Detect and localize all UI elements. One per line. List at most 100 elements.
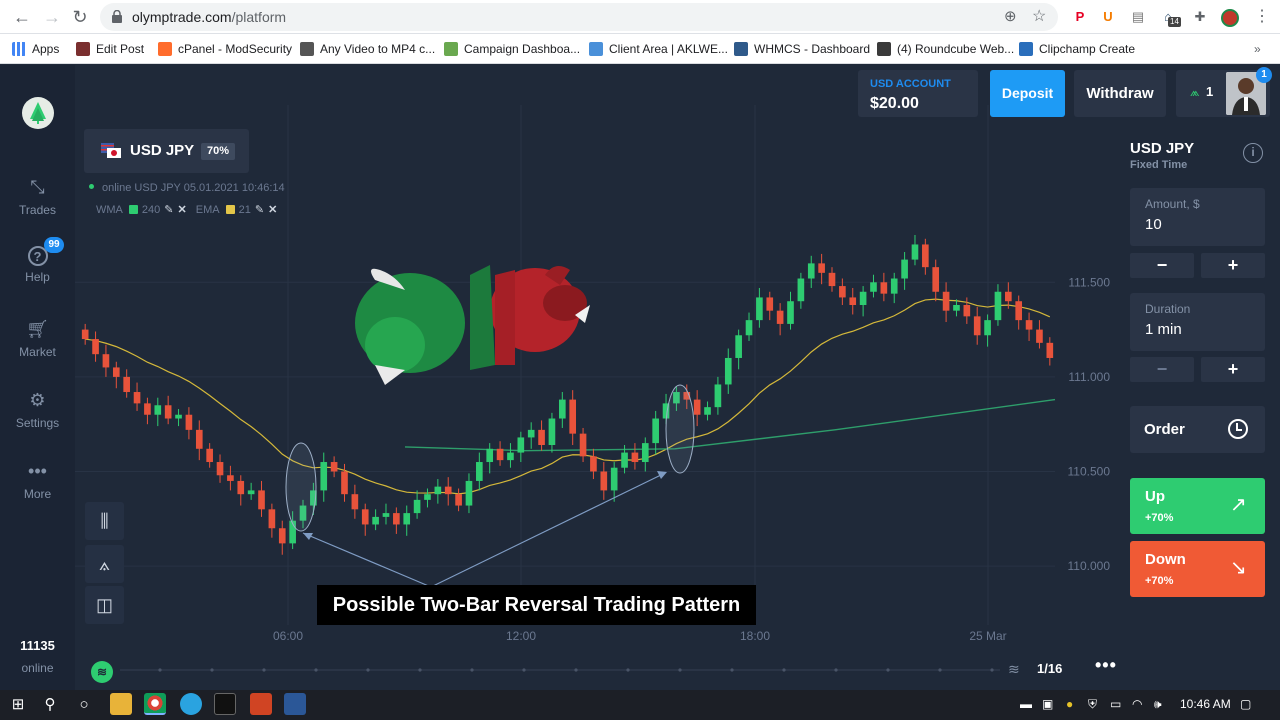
volume-icon[interactable]: 🕪︎: [1154, 697, 1162, 712]
more-dots-icon[interactable]: •••: [1095, 655, 1117, 676]
deposit-button[interactable]: Deposit: [990, 70, 1065, 117]
asset-name: USD JPY: [130, 142, 195, 159]
bookmarks-overflow-icon[interactable]: »: [1254, 40, 1261, 58]
app-icon[interactable]: [214, 693, 236, 715]
compass-icon: ⟑: [99, 554, 110, 574]
network-icon[interactable]: ▭: [1110, 697, 1121, 711]
bookmark-item[interactable]: Any Video to MP4 c...: [300, 40, 435, 58]
pinterest-icon[interactable]: P: [1070, 7, 1090, 27]
powerpoint-icon[interactable]: [250, 693, 272, 715]
tray-icon[interactable]: ▬: [1020, 697, 1032, 711]
back-arrow-icon[interactable]: ←: [10, 5, 34, 29]
bookmark-item[interactable]: Clipchamp Create: [1019, 40, 1135, 58]
logo[interactable]: [22, 97, 54, 129]
candle: [175, 414, 182, 419]
zoom-icon[interactable]: ⊕: [1004, 7, 1017, 25]
timeline-start-icon[interactable]: ≋: [91, 661, 113, 683]
bookmarks-bar: Apps Edit Post cPanel - ModSecurity Any …: [0, 34, 1280, 64]
down-button[interactable]: Down +70% ↘: [1130, 541, 1265, 597]
remove-x-icon[interactable]: ✕: [177, 204, 186, 216]
bookmark-favicon: [877, 42, 891, 56]
notifications-icon[interactable]: ▢: [1240, 697, 1251, 711]
sidebar-item-more[interactable]: ••• More: [0, 459, 75, 501]
duration-value[interactable]: 1 min: [1145, 321, 1182, 338]
puzzle-icon[interactable]: ✚: [1190, 7, 1210, 27]
candle: [621, 452, 628, 468]
candle: [444, 486, 452, 495]
candle: [465, 480, 473, 506]
candle: [1036, 329, 1043, 343]
word-icon[interactable]: [284, 693, 306, 715]
duration-decrease-button[interactable]: −: [1130, 357, 1194, 382]
sidebar-item-trades[interactable]: ⤡ Trades: [0, 175, 75, 217]
task-view-icon[interactable]: ○: [72, 693, 96, 717]
extension-icon[interactable]: ▤: [1128, 7, 1148, 27]
file-explorer-icon[interactable]: [110, 693, 132, 715]
profile-button[interactable]: ⩕ 1 1: [1176, 67, 1272, 117]
bookmark-item[interactable]: WHMCS - Dashboard: [734, 40, 870, 58]
stack-icon[interactable]: ≋: [1008, 661, 1020, 678]
timeline-scrubber[interactable]: [120, 668, 1000, 672]
windows-start-icon[interactable]: ⊞: [6, 693, 30, 717]
ubersuggest-icon[interactable]: U: [1098, 7, 1118, 27]
clock-text[interactable]: 10:46 AM: [1180, 697, 1231, 711]
x-tick-label: 25 Mar: [969, 629, 1006, 643]
candle: [652, 418, 659, 444]
bookmark-item[interactable]: (4) Roundcube Web...: [877, 40, 1014, 58]
edit-pencil-icon[interactable]: ✎: [255, 204, 264, 216]
layout-button[interactable]: ◫: [85, 586, 124, 624]
remove-x-icon[interactable]: ✕: [268, 204, 277, 216]
candle: [610, 467, 618, 491]
amount-value[interactable]: 10: [1145, 216, 1162, 233]
bookmark-item[interactable]: Campaign Dashboa...: [444, 40, 580, 58]
sidebar-item-market[interactable]: 🛒︎ Market: [0, 317, 75, 359]
address-bar[interactable]: olymptrade.com/platform ⊕ ☆: [100, 3, 1058, 31]
bookmark-star-icon[interactable]: ☆: [1032, 6, 1046, 26]
telegram-icon[interactable]: [180, 693, 202, 715]
profile-avatar[interactable]: [1218, 7, 1242, 27]
order-button[interactable]: Order: [1130, 406, 1265, 453]
candle: [735, 335, 742, 358]
chrome-icon[interactable]: [144, 693, 166, 715]
bookmark-item[interactable]: Edit Post: [76, 40, 144, 58]
timeline-dot: [782, 668, 786, 672]
candle: [890, 278, 898, 294]
candle: [994, 291, 1002, 321]
menu-dots-icon[interactable]: ⋮: [1252, 7, 1272, 27]
candlestick-type-button[interactable]: ⫼: [85, 502, 124, 540]
sidebar-item-settings[interactable]: ⚙ Settings: [0, 388, 75, 430]
bookmark-apps[interactable]: Apps: [12, 40, 59, 58]
ema-swatch: [225, 205, 235, 214]
account-selector[interactable]: USD ACCOUNT $20.00: [858, 70, 978, 117]
browser-toolbar: ← → ↻ olymptrade.com/platform ⊕ ☆ P U ▤ …: [0, 0, 1280, 34]
amount-decrease-button[interactable]: −: [1130, 253, 1194, 278]
arrow-up-right-icon: ↗: [1230, 494, 1247, 516]
reload-icon[interactable]: ↻: [68, 5, 92, 29]
candle: [953, 305, 960, 311]
x-tick-label: 12:00: [506, 629, 536, 643]
duration-increase-button[interactable]: +: [1201, 357, 1265, 382]
amount-increase-button[interactable]: +: [1201, 253, 1265, 278]
info-icon[interactable]: i: [1243, 143, 1263, 163]
drawing-tool-button[interactable]: ⟑: [85, 545, 124, 583]
chart-area[interactable]: 111.500 111.000 110.500 110.000 06:00 12:00 18…: [75, 65, 1120, 690]
sidebar-item-help[interactable]: ? Help: [0, 246, 75, 284]
withdraw-button[interactable]: Withdraw: [1074, 70, 1166, 117]
asset-selector[interactable]: USD JPY 70%: [84, 129, 249, 173]
amount-stepper: − +: [1130, 253, 1265, 278]
tray-icon[interactable]: ▣: [1042, 697, 1053, 711]
shield-icon[interactable]: ⛨: [1088, 697, 1097, 712]
wifi-icon[interactable]: ◠: [1132, 697, 1142, 711]
amount-field[interactable]: Amount, $ 10: [1130, 188, 1265, 246]
tray-icon[interactable]: ●: [1066, 697, 1073, 711]
up-button[interactable]: Up +70% ↗: [1130, 478, 1265, 534]
duration-field[interactable]: Duration 1 min: [1130, 293, 1265, 351]
bookmark-item[interactable]: cPanel - ModSecurity: [158, 40, 292, 58]
timeline-dot: [210, 668, 214, 672]
bookmark-favicon: [76, 42, 90, 56]
forward-arrow-icon[interactable]: →: [40, 5, 64, 29]
bookmark-item[interactable]: Client Area | AKLWE...: [589, 40, 728, 58]
extension-icon[interactable]: ⌂14: [1158, 7, 1181, 27]
edit-pencil-icon[interactable]: ✎: [164, 204, 173, 216]
search-icon[interactable]: ⚲: [38, 693, 62, 717]
